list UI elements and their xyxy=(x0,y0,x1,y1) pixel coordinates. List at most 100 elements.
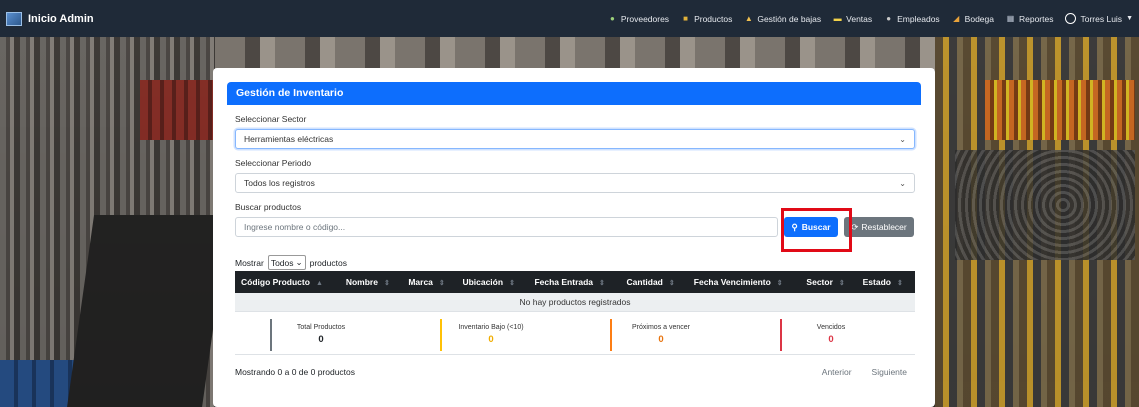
user-menu[interactable]: Torres Luis ▼ xyxy=(1065,13,1133,24)
column-header[interactable]: Cantidad ⇕ xyxy=(620,271,688,293)
stat-cell: Próximos a vencer 0 xyxy=(575,315,745,354)
background-cable-coils xyxy=(955,150,1135,260)
nav-item-label: Bodega xyxy=(964,13,994,24)
nav-item-productos[interactable]: ■ Productos xyxy=(681,14,732,24)
stat-title: Inventario Bajo (<10) xyxy=(458,324,524,331)
reset-icon: ⟳ xyxy=(851,221,859,232)
reset-button[interactable]: ⟳ Restablecer xyxy=(844,217,914,237)
sector-label: Seleccionar Sector xyxy=(235,114,307,124)
sector-select[interactable]: Herramientas eléctricas ⌄ xyxy=(235,129,915,149)
column-header[interactable]: Ubicación ⇕ xyxy=(456,271,529,293)
brand-label: Inicio Admin xyxy=(28,12,94,25)
brand-link[interactable]: Inicio Admin xyxy=(6,11,94,26)
stat-expiring-soon: Próximos a vencer 0 xyxy=(610,318,710,351)
column-header-label: Nombre xyxy=(345,277,378,287)
stat-low-inventory: Inventario Bajo (<10) 0 xyxy=(440,318,540,351)
period-label: Seleccionar Periodo xyxy=(235,158,312,168)
sort-icon: ⇕ xyxy=(599,280,605,287)
column-header[interactable]: Fecha Entrada ⇕ xyxy=(528,271,621,293)
nav-item-bodega[interactable]: ◢ Bodega xyxy=(952,14,994,24)
box-icon: ■ xyxy=(683,14,688,23)
column-header-label: Cantidad xyxy=(626,277,663,287)
stat-title: Vencidos xyxy=(816,324,846,331)
nav-item-gestion-bajas[interactable]: ▲ Gestión de bajas xyxy=(744,14,821,24)
pagination-prev[interactable]: Anterior xyxy=(822,367,852,377)
stat-value: 0 xyxy=(828,334,834,345)
search-input[interactable]: Ingrese nombre o código... xyxy=(235,217,778,237)
nav-item-proveedores[interactable]: ● Proveedores xyxy=(608,14,669,24)
stat-cell: Total Productos 0 xyxy=(235,315,405,354)
background-shelf-right xyxy=(935,30,1139,407)
background-shelf-left xyxy=(0,30,230,407)
background-laptop xyxy=(65,215,230,407)
stat-title: Total Productos xyxy=(296,324,346,331)
stat-cell: Vencidos 0 xyxy=(745,315,915,354)
column-header[interactable]: Fecha Vencimiento ⇕ xyxy=(687,271,801,293)
sort-icon: ⇕ xyxy=(776,280,783,287)
products-table: Código Producto ▲ Nombre ⇕ Marca ⇕ Ubicació… xyxy=(235,271,915,312)
table-footer: Mostrando 0 a 0 de 0 productos Anterior … xyxy=(235,367,915,377)
background-red-tools xyxy=(140,80,215,140)
nav-item-empleados[interactable]: ● Empleados xyxy=(884,13,940,24)
brand-logo-icon xyxy=(6,11,22,26)
sort-icon: ⇕ xyxy=(509,280,515,287)
person-icon: ● xyxy=(886,14,892,23)
column-header[interactable]: Estado ⇕ xyxy=(856,271,915,293)
stat-expired: Vencidos 0 xyxy=(780,318,880,351)
page-length-control: Mostrar Todos ⌄ productos xyxy=(235,255,347,270)
sector-select-value: Herramientas eléctricas xyxy=(244,134,334,144)
show-prefix: Mostrar xyxy=(235,257,264,268)
people-icon: ● xyxy=(609,14,615,23)
warehouse-icon: ◢ xyxy=(953,14,960,23)
column-header[interactable]: Código Producto ▲ xyxy=(235,271,340,293)
nav-item-ventas[interactable]: ▬ Ventas xyxy=(833,14,873,24)
page-length-select[interactable]: Todos ⌄ xyxy=(267,255,306,270)
column-header-label: Marca xyxy=(408,277,433,287)
stat-value: 0 xyxy=(318,334,324,345)
nav-item-reportes[interactable]: ▦ Reportes xyxy=(1006,14,1054,24)
column-header[interactable]: Nombre ⇕ xyxy=(339,271,403,293)
inventory-card: Gestión de Inventario Seleccionar Sector… xyxy=(213,68,935,407)
column-header-label: Código Producto xyxy=(241,277,310,287)
column-header-label: Fecha Vencimiento xyxy=(693,277,771,287)
trash-icon: ▲ xyxy=(744,14,753,23)
card-title: Gestión de Inventario xyxy=(227,82,921,105)
column-header-label: Fecha Entrada xyxy=(534,277,594,287)
sort-icon: ▲ xyxy=(315,280,323,287)
column-header-label: Sector xyxy=(806,277,833,287)
chevron-down-icon: ⌄ xyxy=(899,134,906,144)
period-select[interactable]: Todos los registros ⌄ xyxy=(235,173,915,193)
period-select-value: Todos los registros xyxy=(244,178,315,188)
empty-table-message: No hay productos registrados xyxy=(235,293,915,312)
nav-item-label: Gestión de bajas xyxy=(757,13,822,24)
stat-title: Próximos a vencer xyxy=(632,324,690,331)
page-length-value: Todos xyxy=(270,257,294,268)
column-header[interactable]: Sector ⇕ xyxy=(800,271,857,293)
nav-items: ● Proveedores ■ Productos ▲ Gestión de b… xyxy=(608,13,1133,24)
background-orange-cables xyxy=(985,80,1135,140)
column-header-label: Ubicación xyxy=(462,277,504,287)
pagination: Anterior Siguiente xyxy=(822,367,907,377)
stats-row: Total Productos 0 Inventario Bajo (<10) … xyxy=(235,315,915,355)
nav-item-label: Proveedores xyxy=(620,13,670,24)
stat-value: 0 xyxy=(488,334,494,345)
navbar: Inicio Admin ● Proveedores ■ Productos ▲… xyxy=(0,0,1139,37)
pagination-next[interactable]: Siguiente xyxy=(872,367,907,377)
table-info: Mostrando 0 a 0 de 0 productos xyxy=(235,367,356,377)
reset-button-label: Restablecer xyxy=(861,222,907,232)
column-header[interactable]: Marca ⇕ xyxy=(402,271,457,293)
sort-icon: ⇕ xyxy=(896,280,903,287)
stat-total-products: Total Productos 0 xyxy=(270,318,370,351)
show-suffix: productos xyxy=(309,257,347,268)
nav-item-label: Empleados xyxy=(897,13,940,24)
nav-item-label: Productos xyxy=(694,13,733,24)
highlight-box xyxy=(781,208,852,252)
chevron-down-icon: ⌄ xyxy=(295,257,303,267)
table-header-row: Código Producto ▲ Nombre ⇕ Marca ⇕ Ubicació… xyxy=(235,271,915,293)
cash-icon: ▬ xyxy=(833,14,842,23)
stat-value: 0 xyxy=(658,334,664,345)
sort-icon: ⇕ xyxy=(838,280,845,287)
stat-cell: Inventario Bajo (<10) 0 xyxy=(405,315,575,354)
chevron-down-icon: ⌄ xyxy=(899,178,906,188)
caret-down-icon: ▼ xyxy=(1126,15,1133,22)
